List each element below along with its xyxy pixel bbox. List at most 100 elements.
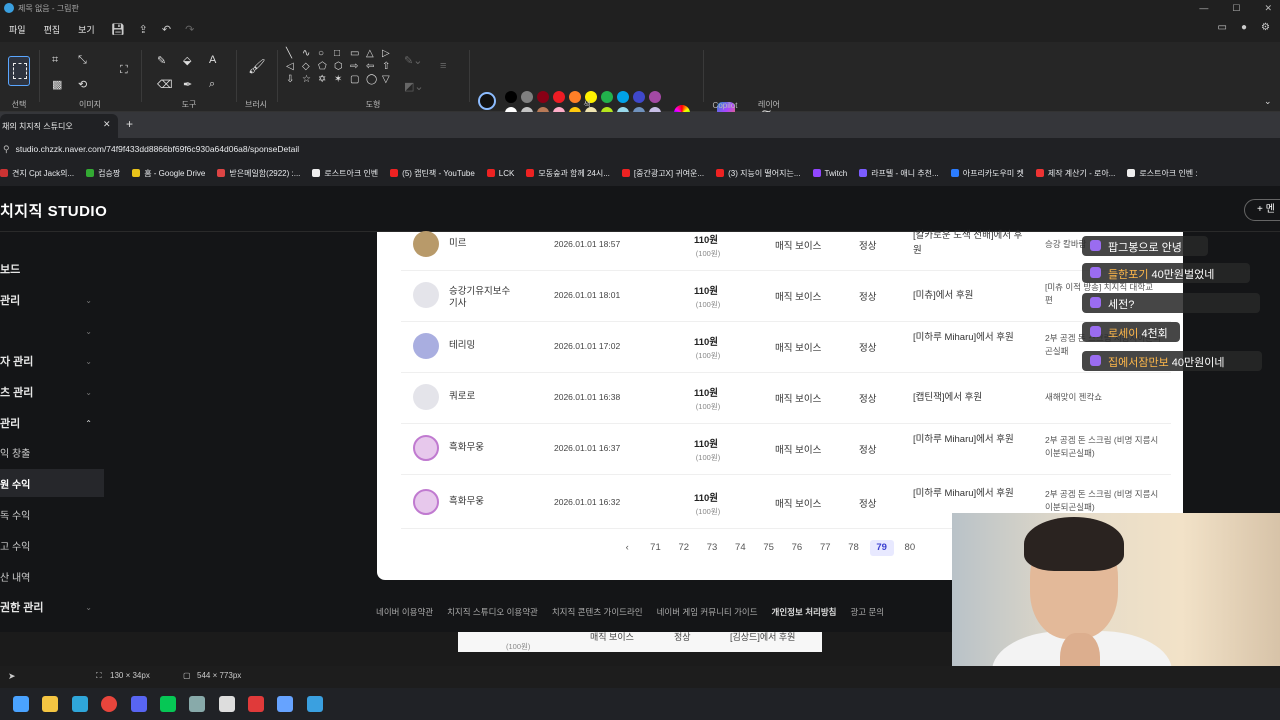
nav-viewer-manage[interactable]: 자 관리 ⌄ xyxy=(0,348,104,374)
nav-item-unlabeled[interactable]: ⌄ xyxy=(0,318,104,344)
shape-option-icon[interactable]: □ xyxy=(334,48,348,59)
chrome-icon[interactable] xyxy=(101,696,117,712)
nav-content-manage[interactable]: 츠 관리 ⌄ xyxy=(0,379,104,405)
nav-permission-manage[interactable]: 권한 관리 ⌄ xyxy=(0,594,104,620)
site-info-icon[interactable]: ⚲ xyxy=(3,144,10,155)
pencil-icon[interactable]: ✎ xyxy=(157,54,166,67)
page-number[interactable]: 78 xyxy=(839,540,867,556)
prev-page-icon[interactable]: ‹ xyxy=(613,540,641,556)
resize-icon[interactable]: ⤡ xyxy=(78,54,87,67)
subnav-donation-revenue[interactable]: 원 수익 xyxy=(0,469,104,497)
shape-option-icon[interactable]: ⇧ xyxy=(382,61,396,72)
magnifier-icon[interactable]: ⌕ xyxy=(209,78,215,91)
minimize-icon[interactable]: — xyxy=(1199,3,1208,13)
nav-manage[interactable]: 관리 ⌄ xyxy=(0,287,104,313)
ribbon-collapse-icon[interactable]: ⌄ xyxy=(1264,96,1272,107)
shape-option-icon[interactable]: ▢ xyxy=(350,74,364,85)
page-number[interactable]: 76 xyxy=(783,540,811,556)
shape-option-icon[interactable]: △ xyxy=(366,48,380,59)
brush-icon[interactable]: 🖌︎ xyxy=(248,58,266,75)
notepad-icon[interactable] xyxy=(277,696,293,712)
page-number[interactable]: 72 xyxy=(670,540,698,556)
bookmark-item[interactable]: [중간광고X] 귀여운... xyxy=(621,168,704,179)
fill-icon[interactable]: ⬙ xyxy=(183,54,191,67)
shape-option-icon[interactable]: ⇩ xyxy=(286,74,300,85)
browser-tab[interactable]: 채의 치지직 스튜디오 xyxy=(0,114,118,138)
page-number[interactable]: 80 xyxy=(896,540,924,556)
page-number[interactable]: 79 xyxy=(869,540,894,556)
shape-option-icon[interactable]: ╲ xyxy=(286,48,300,59)
share-icon[interactable]: ⇪ xyxy=(132,23,155,36)
footer-link[interactable]: 네이버 게임 커뮤니티 가이드 xyxy=(657,606,758,618)
remove-bg-icon[interactable]: ▩ xyxy=(52,78,62,91)
footer-link[interactable]: 치지직 콘텐츠 가이드라인 xyxy=(552,606,643,618)
shape-option-icon[interactable]: ◯ xyxy=(366,74,380,85)
bookmark-item[interactable]: Twitch xyxy=(812,169,847,178)
subnav-ad-revenue[interactable]: 고 수익 xyxy=(0,531,104,559)
text-icon[interactable]: A xyxy=(209,54,216,66)
file-explorer-icon[interactable] xyxy=(42,696,58,712)
page-number[interactable]: 73 xyxy=(698,540,726,556)
bookmark-item[interactable]: 아프리카도우미 켓 xyxy=(950,168,1024,179)
shape-option-icon[interactable]: ☆ xyxy=(302,74,316,85)
subnav-monetization[interactable]: 익 창출 xyxy=(0,438,104,466)
subnav-settlement[interactable]: 산 내역 xyxy=(0,562,104,590)
bookmark-item[interactable]: 받은메일함(2922) :... xyxy=(217,168,300,179)
footer-link[interactable]: 개인정보 처리방침 xyxy=(772,606,837,618)
shape-option-icon[interactable]: ▽ xyxy=(382,74,396,85)
footer-link[interactable]: 광고 문의 xyxy=(850,606,884,618)
page-number[interactable]: 75 xyxy=(754,540,782,556)
size-icon[interactable]: ≡ xyxy=(440,60,446,72)
page-number[interactable]: 77 xyxy=(811,540,839,556)
bookmark-item[interactable]: 로스트아크 인벤 : xyxy=(1127,168,1198,179)
page-number[interactable]: 71 xyxy=(641,540,669,556)
account-icon[interactable]: ● xyxy=(1241,22,1247,33)
shape-fill-icon[interactable]: ◩⌄ xyxy=(404,80,424,93)
paint-icon[interactable] xyxy=(307,696,323,712)
outline-icon[interactable]: ✎⌄ xyxy=(404,54,422,67)
shape-option-icon[interactable]: ⬠ xyxy=(318,61,332,72)
page-number[interactable]: 74 xyxy=(726,540,754,556)
shape-option-icon[interactable]: ∿ xyxy=(302,48,316,59)
undo-icon[interactable]: ↶ xyxy=(155,23,178,36)
footer-link[interactable]: 네이버 이용약관 xyxy=(376,606,433,618)
studio-logo[interactable]: 치지직 STUDIO xyxy=(0,200,107,221)
bookmark-item[interactable]: 홈 - Google Drive xyxy=(132,168,205,179)
shape-option-icon[interactable]: ○ xyxy=(318,48,332,59)
bookmark-item[interactable]: LCK xyxy=(486,169,514,178)
shape-option-icon[interactable]: ⇨ xyxy=(350,61,364,72)
bookmark-item[interactable]: (3) 지능이 떨어지는... xyxy=(716,168,801,179)
bookmark-item[interactable]: 라프텔 - 애니 추천... xyxy=(859,168,939,179)
subnav-subscription-revenue[interactable]: 독 수익 xyxy=(0,500,104,528)
crop-icon[interactable]: ⌗ xyxy=(52,54,58,67)
eraser-icon[interactable]: ⌫ xyxy=(157,78,173,91)
menu-file[interactable]: 파일 xyxy=(0,23,35,36)
obs-icon[interactable] xyxy=(219,696,235,712)
new-tab-icon[interactable]: + xyxy=(126,117,133,131)
shape-option-icon[interactable]: ◇ xyxy=(302,61,316,72)
select-tool-icon[interactable] xyxy=(8,56,30,86)
bookmark-item[interactable]: 컵승짱 xyxy=(86,168,120,179)
footer-link[interactable]: 치지직 스튜디오 이용약관 xyxy=(447,606,538,618)
rotate-icon[interactable]: ⟲ xyxy=(78,78,87,91)
shape-option-icon[interactable]: ▷ xyxy=(382,48,396,59)
nav-revenue-manage[interactable]: 관리 ⌃ xyxy=(0,410,104,436)
menu-view[interactable]: 보기 xyxy=(69,23,104,36)
close-window-icon[interactable]: ✕ xyxy=(1264,3,1272,14)
shape-option-icon[interactable]: ◁ xyxy=(286,61,300,72)
shape-option-icon[interactable]: ▭ xyxy=(350,48,364,59)
color-picker-icon[interactable]: ✒ xyxy=(183,78,192,91)
image-select-icon[interactable]: ⛶ xyxy=(120,64,128,77)
comment-icon[interactable]: ▭ xyxy=(1218,22,1227,33)
line-icon[interactable] xyxy=(160,696,176,712)
bookmark-item[interactable]: (5) 캡틴잭 - YouTube xyxy=(390,168,475,179)
app-icon[interactable] xyxy=(189,696,205,712)
s-app-icon[interactable] xyxy=(248,696,264,712)
bookmark-item[interactable]: 제작 계산기 - 로아... xyxy=(1035,168,1115,179)
menu-edit[interactable]: 편집 xyxy=(35,23,70,36)
maximize-icon[interactable]: ☐ xyxy=(1232,3,1240,14)
shape-option-icon[interactable]: ⬡ xyxy=(334,61,348,72)
bookmark-item[interactable]: 견지 Cpt Jack의... xyxy=(0,168,74,179)
shape-option-icon[interactable]: ✶ xyxy=(334,74,348,85)
address-bar[interactable]: ⚲ studio.chzzk.naver.com/74f9f433dd8866b… xyxy=(0,138,1280,160)
